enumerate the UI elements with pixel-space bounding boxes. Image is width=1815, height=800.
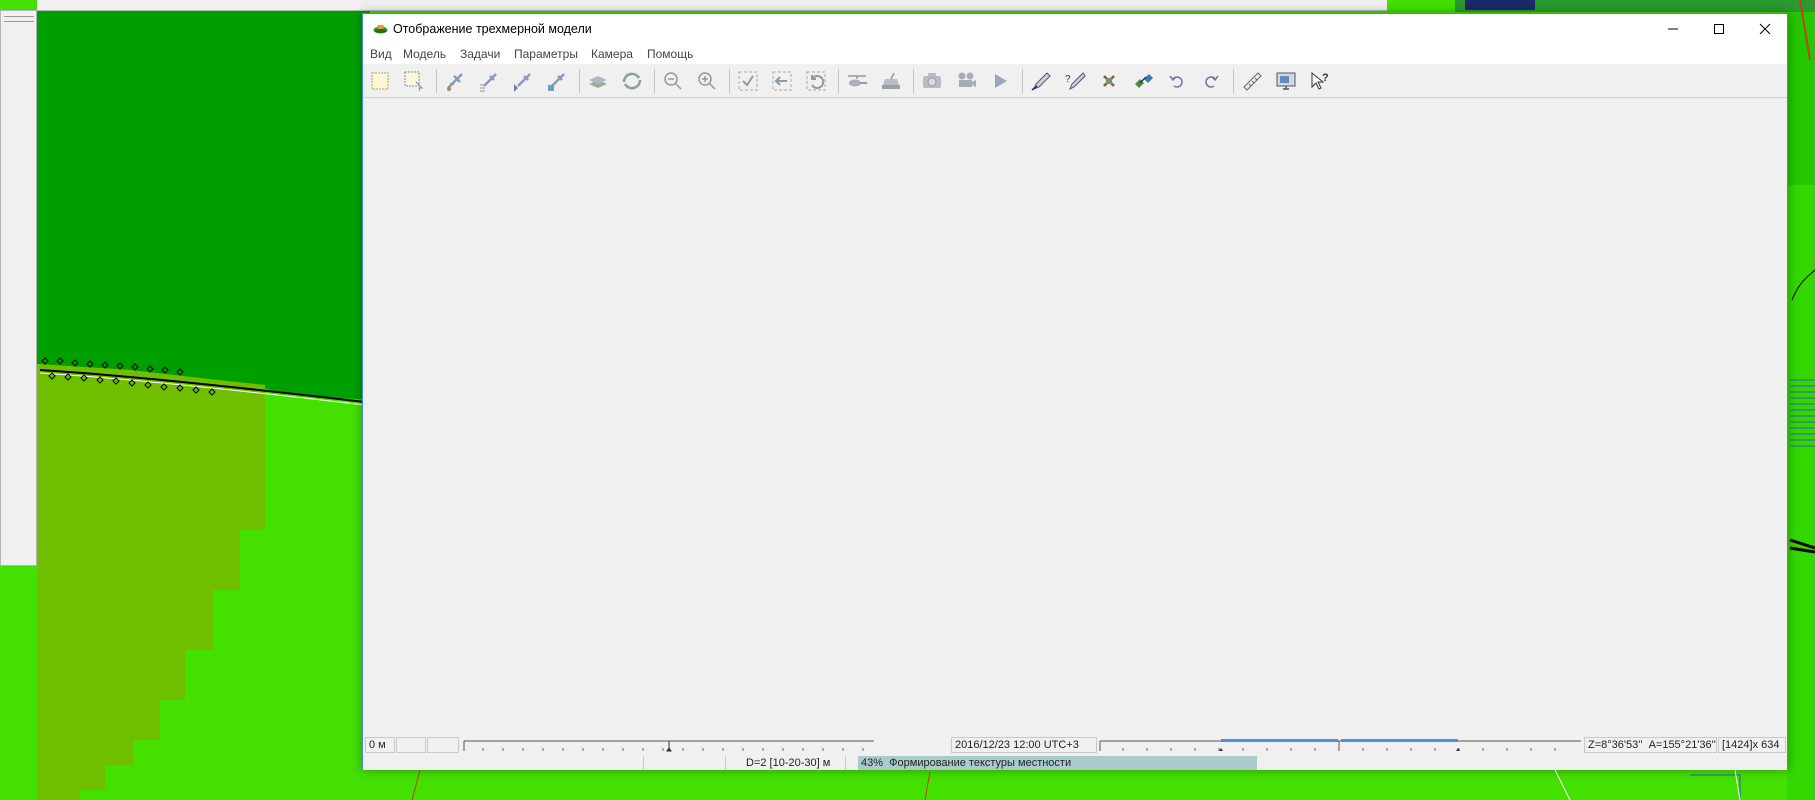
angles-readout: Z=8°36'53'' A=155°21'36'' <box>1584 737 1717 753</box>
aircraft-route-button[interactable] <box>511 69 535 93</box>
satellite-button[interactable] <box>1131 69 1155 93</box>
window-title: Отображение трехмерной модели <box>393 22 592 36</box>
status-cell-empty-1 <box>396 737 426 753</box>
minimize-icon <box>1668 28 1678 30</box>
back-frame-button[interactable] <box>770 69 794 93</box>
svg-text:?: ? <box>1065 74 1071 85</box>
layers-icon <box>589 76 607 88</box>
movie-camera-button[interactable] <box>954 69 978 93</box>
delete-point-button[interactable] <box>1097 69 1121 93</box>
camera-icon <box>923 73 941 88</box>
monitor-icon <box>1276 72 1296 90</box>
distance-readout: 0 м <box>365 737 395 753</box>
pen-draw-icon <box>1031 72 1051 91</box>
aircraft-add-icon <box>447 73 463 91</box>
status-bar-bottom: D=2 [10-20-30] м 43% Формирование тексту… <box>363 755 1787 770</box>
pen-draw-button[interactable] <box>1029 69 1053 93</box>
progress-percent: 43% <box>861 757 884 769</box>
helicopter-icon <box>848 75 867 87</box>
azimuth-readout: A=155°21'36'' <box>1648 739 1716 751</box>
menu-parameters[interactable]: Параметры <box>514 47 578 61</box>
play-button[interactable] <box>988 69 1012 93</box>
status2-cell-empty-1 <box>363 756 644 770</box>
aircraft-add-button[interactable] <box>443 69 467 93</box>
aircraft-list-icon <box>480 73 497 92</box>
redo-button[interactable] <box>1199 69 1223 93</box>
helicopter-button[interactable] <box>845 69 869 93</box>
background-top-strip <box>37 0 1387 11</box>
resolution-readout: [1424]x 634 <box>1718 737 1786 753</box>
refresh-layers-icon <box>622 72 642 90</box>
progress-text: Формирование текстуры местности <box>889 757 1072 769</box>
status-cell-empty-2 <box>427 737 459 753</box>
play-icon <box>995 74 1007 88</box>
menu-help[interactable]: Помощь <box>647 47 693 61</box>
title-bar[interactable]: Отображение трехмерной модели <box>363 14 1787 44</box>
distance-slider[interactable] <box>463 738 875 753</box>
undo-icon <box>1169 75 1183 88</box>
movie-camera-icon <box>958 72 976 87</box>
layers-button[interactable] <box>586 69 610 93</box>
undo-frame-icon <box>806 71 826 91</box>
menu-tasks[interactable]: Задачи <box>460 47 500 61</box>
background-left-panel <box>0 10 37 566</box>
progress-bar: 43% Формирование текстуры местности <box>858 756 1257 770</box>
close-button[interactable] <box>1742 14 1788 44</box>
zoom-in-button[interactable] <box>695 69 719 93</box>
menu-bar: Вид Модель Задачи Параметры Камера Помощ… <box>363 44 1787 64</box>
delete-point-icon <box>1103 75 1115 87</box>
time-slider[interactable] <box>1099 738 1582 753</box>
select-area-icon <box>404 71 424 92</box>
aircraft-target-icon <box>548 73 565 91</box>
pen-edit-button[interactable]: ? <box>1063 69 1087 93</box>
ruler-button[interactable] <box>1240 69 1264 93</box>
vehicle-button[interactable] <box>879 69 903 93</box>
toolbar: ? ? <box>363 64 1787 98</box>
menu-model[interactable]: Модель <box>403 47 446 61</box>
undo-button[interactable] <box>1165 69 1189 93</box>
back-frame-icon <box>772 71 792 91</box>
status2-cell-empty-2 <box>644 756 726 770</box>
model-viewport[interactable] <box>364 98 1786 738</box>
close-icon <box>1759 23 1771 35</box>
zenith-readout: Z=8°36'53'' <box>1588 739 1643 751</box>
minimize-button[interactable] <box>1650 14 1696 44</box>
zoom-out-button[interactable] <box>661 69 685 93</box>
camera-button[interactable] <box>920 69 944 93</box>
svg-text:?: ? <box>1322 72 1329 84</box>
menu-view[interactable]: Вид <box>370 47 392 61</box>
undo-frame-button[interactable] <box>804 69 828 93</box>
vehicle-icon <box>882 72 900 89</box>
status-bar-top: 0 м 2016/12/23 12:00 UTC+3 Z=8°36'53'' A… <box>363 736 1787 755</box>
select-frame-button[interactable] <box>368 69 392 93</box>
zoom-in-icon <box>698 72 716 90</box>
aircraft-route-icon <box>514 73 531 92</box>
select-frame-icon <box>371 72 389 90</box>
pen-edit-icon: ? <box>1065 72 1086 91</box>
model-3d-window: Отображение трехмерной модели Вид Модель… <box>362 13 1788 770</box>
ruler-icon <box>1243 72 1262 91</box>
zoom-out-icon <box>664 72 682 90</box>
maximize-button[interactable] <box>1696 14 1742 44</box>
satellite-icon <box>1135 74 1153 88</box>
redo-icon <box>1205 75 1219 88</box>
select-area-button[interactable] <box>402 69 426 93</box>
aircraft-list-button[interactable] <box>477 69 501 93</box>
maximize-icon <box>1714 24 1724 34</box>
monitor-button[interactable] <box>1274 69 1298 93</box>
check-frame-button[interactable] <box>736 69 760 93</box>
aircraft-target-button[interactable] <box>545 69 569 93</box>
datetime-readout: 2016/12/23 12:00 UTC+3 <box>951 737 1097 753</box>
menu-camera[interactable]: Камера <box>591 47 633 61</box>
depth-readout: D=2 [10-20-30] м <box>726 756 846 770</box>
app-tank-icon <box>373 25 388 34</box>
help-pointer-icon: ? <box>1311 71 1329 90</box>
refresh-layers-button[interactable] <box>620 69 644 93</box>
help-pointer-button[interactable]: ? <box>1308 69 1332 93</box>
check-frame-icon <box>738 71 758 91</box>
